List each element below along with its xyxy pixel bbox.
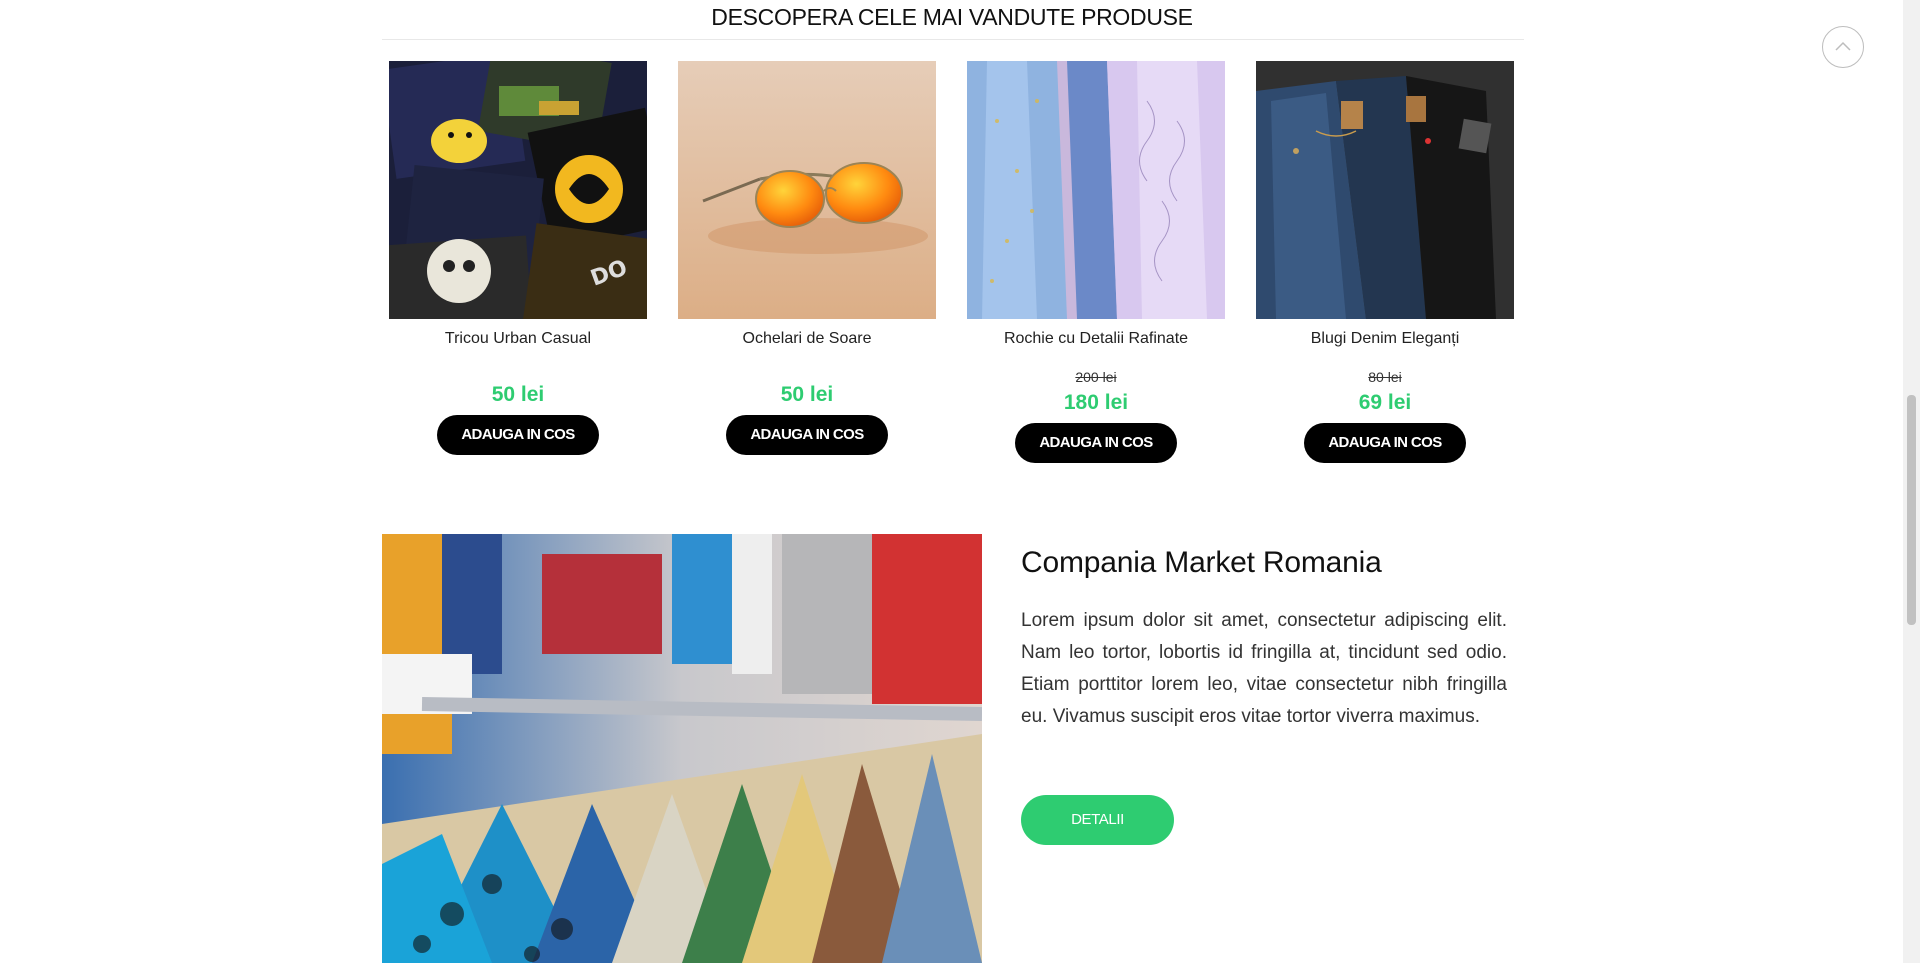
product-price: 50 lei — [780, 383, 834, 406]
title-divider — [382, 39, 1524, 40]
chevron-up-icon — [1835, 41, 1851, 51]
about-image-clothing-rack — [382, 534, 982, 963]
product-name[interactable]: Rochie cu Detalii Rafinate — [967, 329, 1225, 349]
back-to-top-button[interactable] — [1822, 26, 1864, 68]
details-button[interactable]: DETALII — [1021, 795, 1174, 845]
product-card: Blugi Denim Eleganți 80 lei 69 lei ADAUG… — [1256, 61, 1514, 463]
product-price: 180 lei — [1063, 391, 1129, 414]
add-to-cart-button[interactable]: ADAUGA IN COS — [1304, 423, 1466, 463]
product-price: 69 lei — [1358, 391, 1412, 414]
product-image-sunglasses[interactable] — [678, 61, 936, 319]
about-title: Compania Market Romania — [1021, 546, 1382, 579]
add-to-cart-button[interactable]: ADAUGA IN COS — [437, 415, 599, 455]
add-to-cart-button[interactable]: ADAUGA IN COS — [1015, 423, 1177, 463]
product-old-price: 200 lei — [1075, 369, 1117, 385]
product-card: DO Tricou Urban Casual 50 lei ADAUGA IN … — [389, 61, 647, 455]
section-title: DESCOPERA CELE MAI VANDUTE PRODUSE — [711, 4, 1193, 30]
product-price: 50 lei — [491, 383, 545, 406]
product-card: Ochelari de Soare 50 lei ADAUGA IN COS — [678, 61, 936, 455]
about-description: Lorem ipsum dolor sit amet, consectetur … — [1021, 610, 1507, 727]
product-name[interactable]: Tricou Urban Casual — [389, 329, 647, 349]
product-old-price: 80 lei — [1368, 369, 1402, 385]
product-card: Rochie cu Detalii Rafinate 200 lei 180 l… — [967, 61, 1225, 463]
product-name[interactable]: Blugi Denim Eleganți — [1256, 329, 1514, 349]
scrollbar[interactable] — [1903, 0, 1920, 963]
add-to-cart-button[interactable]: ADAUGA IN COS — [726, 415, 888, 455]
product-image-jeans[interactable] — [1256, 61, 1514, 319]
product-image-t-shirts[interactable]: DO — [389, 61, 647, 319]
scrollbar-thumb[interactable] — [1907, 395, 1916, 625]
product-image-dresses[interactable] — [967, 61, 1225, 319]
product-name[interactable]: Ochelari de Soare — [678, 329, 936, 349]
